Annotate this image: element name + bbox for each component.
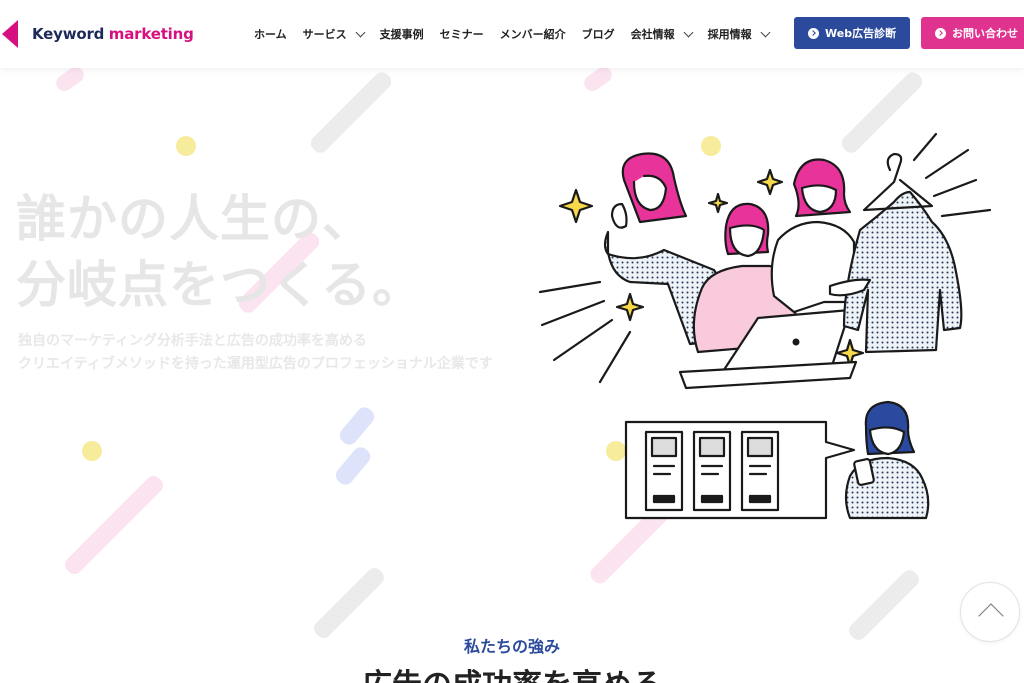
section-title: 広告の成功率を高める [0, 660, 1024, 683]
chevron-down-icon [683, 27, 694, 37]
hero-subtitle-line: クリエイティブメソッドを持った運用型広告のプロフェッショナル企業です [18, 356, 493, 372]
hero-title-line: 誰かの人生の、 [16, 190, 373, 248]
site-header: Keyword marketing ホーム サービス 支援事例 セミナー メンバ… [0, 0, 1024, 68]
deco-stripe [307, 69, 395, 156]
nav-item-blog[interactable]: ブログ [582, 26, 615, 42]
deco-stripe [53, 63, 87, 95]
scroll-to-top-button[interactable] [960, 582, 1020, 642]
logo-wordmark: Keyword marketing [32, 25, 194, 43]
hero-illustration [538, 132, 992, 520]
hero-title-line: 分岐点をつくる。 [16, 256, 423, 314]
nav-item-careers[interactable]: 採用情報 [708, 26, 771, 42]
deco-stripe [332, 444, 374, 488]
chevron-up-icon [978, 603, 1004, 629]
arrow-right-circle-icon [808, 27, 819, 39]
site-logo[interactable]: Keyword marketing [0, 18, 194, 50]
section-label: 私たちの強み [463, 637, 560, 656]
chevron-down-icon [355, 27, 366, 37]
nav-item-case-studies[interactable]: 支援事例 [380, 26, 424, 42]
hero-title: 誰かの人生の、 分岐点をつくる。 [16, 186, 423, 318]
nav-item-members[interactable]: メンバー紹介 [500, 26, 566, 42]
nav-item-services[interactable]: サービス [303, 26, 366, 42]
deco-stripe [845, 566, 923, 644]
nav-item-home[interactable]: ホーム [254, 26, 287, 42]
arrow-right-circle-icon [935, 27, 946, 39]
chevron-down-icon [760, 27, 771, 37]
deco-stripe [310, 564, 388, 642]
main-nav: ホーム サービス 支援事例 セミナー メンバー紹介 ブログ 会社情報 採用情報 [254, 0, 785, 68]
hero-subtitle: 独自のマーケティング分析手法と広告の成功率を高める クリエイティブメソッドを持っ… [18, 330, 493, 376]
logo-mark-icon [2, 20, 18, 48]
deco-stripe [336, 404, 378, 448]
contact-button[interactable]: お問い合わせ [921, 17, 1024, 49]
deco-stripe [61, 472, 167, 578]
deco-dot [82, 441, 102, 461]
deco-stripe [581, 63, 615, 95]
web-ad-diagnosis-button[interactable]: Web広告診断 [794, 17, 910, 49]
nav-item-seminars[interactable]: セミナー [440, 26, 484, 42]
deco-dot [176, 136, 196, 156]
nav-item-company[interactable]: 会社情報 [631, 26, 694, 42]
hero-subtitle-line: 独自のマーケティング分析手法と広告の成功率を高める [18, 333, 367, 349]
